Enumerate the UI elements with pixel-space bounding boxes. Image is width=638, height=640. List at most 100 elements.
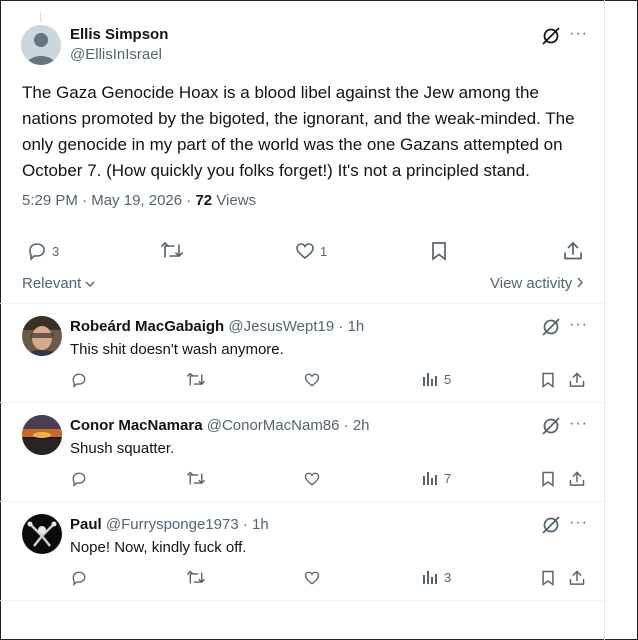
- retweet-button[interactable]: [186, 569, 206, 587]
- tweet-time[interactable]: 5:29 PM: [22, 192, 78, 209]
- reply-button[interactable]: [70, 470, 88, 488]
- like-button[interactable]: [303, 371, 321, 389]
- reply-age[interactable]: 1h: [252, 516, 269, 533]
- views-icon: [423, 571, 437, 584]
- like-button[interactable]: 1: [294, 240, 327, 262]
- like-icon: [304, 571, 320, 585]
- tweet-text: The Gaza Genocide Hoax is a blood libel …: [22, 83, 575, 180]
- views-count: 3: [444, 569, 452, 585]
- share-icon: [569, 471, 585, 486]
- tweet-actions: 3 1: [22, 240, 592, 264]
- author-avatar[interactable]: [21, 25, 61, 65]
- reply-header: Robeárd MacGabaigh @JesusWept19 · 1h: [70, 318, 364, 335]
- more-icon[interactable]: ···: [569, 415, 588, 433]
- reply-author-handle[interactable]: @Furrysponge1973: [106, 516, 239, 533]
- views-label: Views: [216, 192, 257, 209]
- retweet-icon: [161, 242, 183, 258]
- share-button[interactable]: [568, 470, 586, 488]
- share-button[interactable]: [568, 569, 586, 587]
- reply-author-name[interactable]: Paul: [70, 516, 102, 533]
- reply-author-handle[interactable]: @ConorMacNam86: [207, 417, 340, 434]
- reply-button[interactable]: [70, 569, 88, 587]
- meta-dot: ·: [338, 318, 344, 335]
- reply-icon: [29, 243, 45, 261]
- reply-icon: [72, 571, 86, 587]
- bookmark-icon: [432, 242, 446, 261]
- reply-button[interactable]: 3: [26, 240, 59, 262]
- tweet-date[interactable]: May 19, 2026: [91, 192, 182, 209]
- views-icon: [423, 472, 437, 485]
- sort-label: Relevant: [22, 275, 82, 292]
- bookmark-icon: [542, 372, 554, 389]
- more-icon[interactable]: ···: [569, 316, 588, 334]
- view-activity-link[interactable]: View activity: [490, 275, 584, 292]
- bookmark-button[interactable]: [539, 470, 557, 488]
- views-count: 5: [444, 371, 452, 387]
- grok-icon[interactable]: [541, 26, 561, 46]
- reply-author-name[interactable]: Robeárd MacGabaigh: [70, 318, 224, 335]
- like-icon: [296, 243, 314, 260]
- grok-icon[interactable]: [541, 317, 561, 337]
- share-icon: [569, 372, 585, 387]
- author-name[interactable]: Ellis Simpson: [70, 26, 168, 43]
- like-icon: [304, 472, 320, 486]
- author-handle[interactable]: @EllisInIsrael: [70, 46, 162, 63]
- meta-dot: ·: [343, 417, 349, 434]
- reply-item[interactable]: Conor MacNamara @ConorMacNam86 · 2h ··· …: [0, 403, 604, 501]
- reply-item[interactable]: Robeárd MacGabaigh @JesusWept19 · 1h ···…: [0, 304, 604, 402]
- share-icon: [569, 570, 585, 585]
- chevron-right-icon: [577, 277, 584, 288]
- reply-avatar[interactable]: [22, 415, 62, 455]
- reply-header: Conor MacNamara @ConorMacNam86 · 2h: [70, 417, 370, 434]
- retweet-icon: [187, 471, 205, 485]
- chevron-down-icon: [85, 281, 95, 287]
- more-icon[interactable]: ···: [569, 514, 588, 532]
- reply-item[interactable]: Paul @Furrysponge1973 · 1h ··· Nope! Now…: [0, 502, 604, 600]
- views-count: 72: [195, 192, 213, 209]
- retweet-icon: [187, 570, 205, 584]
- tweet-meta: 5:29 PM · May 19, 2026 · 72 Views: [22, 192, 256, 209]
- bookmark-button[interactable]: [539, 371, 557, 389]
- reply-avatar[interactable]: [22, 316, 62, 356]
- share-button[interactable]: [562, 240, 584, 262]
- retweet-button[interactable]: [186, 371, 206, 389]
- reply-icon: [72, 373, 86, 389]
- like-button[interactable]: [303, 470, 321, 488]
- column-divider: [604, 0, 605, 640]
- sort-dropdown[interactable]: Relevant: [22, 275, 95, 292]
- views-button[interactable]: 5: [422, 371, 451, 387]
- retweet-icon: [187, 372, 205, 386]
- more-icon[interactable]: ···: [569, 25, 588, 43]
- reply-age[interactable]: 1h: [348, 318, 365, 335]
- bookmark-button[interactable]: [428, 240, 450, 262]
- views-button[interactable]: 3: [422, 569, 451, 585]
- reply-icon: [72, 472, 86, 488]
- reply-text: This shit doesn't wash anymore.: [70, 341, 284, 358]
- grok-icon[interactable]: [541, 416, 561, 436]
- divider: [0, 600, 604, 601]
- reply-age[interactable]: 2h: [353, 417, 370, 434]
- reply-avatar[interactable]: [22, 514, 62, 554]
- like-count: 1: [320, 243, 328, 259]
- views-count: 7: [444, 470, 452, 486]
- grok-icon[interactable]: [541, 515, 561, 535]
- like-icon: [304, 373, 320, 387]
- share-icon: [564, 242, 582, 260]
- share-button[interactable]: [568, 371, 586, 389]
- bookmark-icon: [542, 471, 554, 488]
- bookmark-button[interactable]: [539, 569, 557, 587]
- reply-count: 3: [52, 243, 60, 259]
- bookmark-icon: [542, 570, 554, 587]
- retweet-button[interactable]: [160, 240, 184, 262]
- views-button[interactable]: 7: [422, 470, 451, 486]
- reply-button[interactable]: [70, 371, 88, 389]
- view-activity-label: View activity: [490, 275, 573, 292]
- like-button[interactable]: [303, 569, 321, 587]
- reply-text: Shush squatter.: [70, 440, 175, 457]
- reply-author-handle[interactable]: @JesusWept19: [228, 318, 334, 335]
- meta-dot: ·: [242, 516, 248, 533]
- retweet-button[interactable]: [186, 470, 206, 488]
- reply-header: Paul @Furrysponge1973 · 1h: [70, 516, 269, 533]
- thread-line: [40, 12, 41, 22]
- reply-author-name[interactable]: Conor MacNamara: [70, 417, 203, 434]
